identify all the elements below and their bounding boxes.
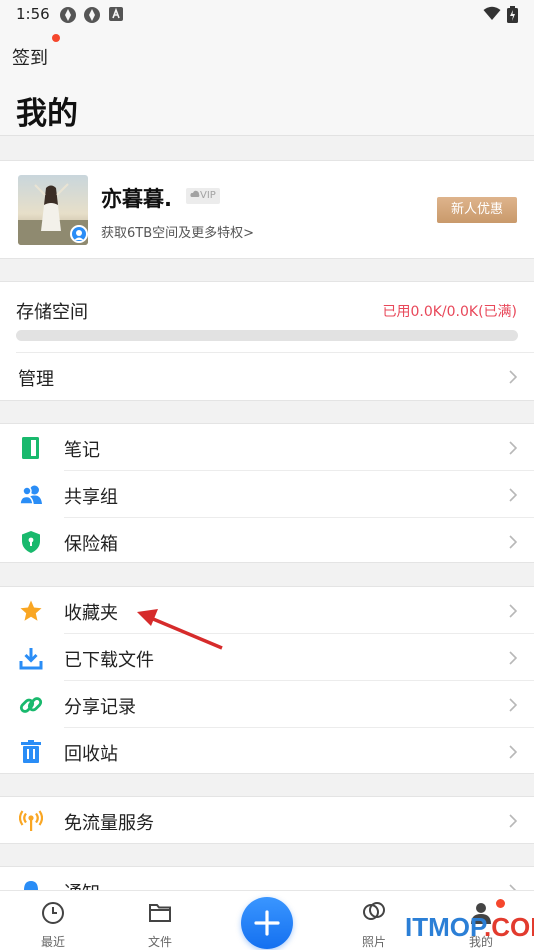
wifi-icon bbox=[483, 6, 501, 20]
nav-tab-files[interactable]: 文件 bbox=[125, 891, 195, 950]
username: 亦暮暮. bbox=[101, 187, 172, 211]
plus-icon bbox=[254, 910, 280, 936]
chevron-right-icon bbox=[509, 651, 517, 665]
chevron-right-icon bbox=[509, 488, 517, 502]
watermark-suffix: .COM bbox=[483, 912, 534, 942]
menu-item-downloaded-files[interactable]: 已下载文件 bbox=[0, 634, 534, 681]
menu-item-label: 免流量服务 bbox=[64, 813, 154, 834]
signal-tower-icon bbox=[19, 810, 43, 831]
menu-group-services: 免流量服务 bbox=[0, 796, 534, 844]
menu-item-data-free-service[interactable]: 免流量服务 bbox=[0, 797, 534, 844]
manage-label: 管理 bbox=[18, 369, 54, 390]
chevron-right-icon bbox=[509, 698, 517, 712]
menu-item-recycle-bin[interactable]: 回收站 bbox=[0, 728, 534, 775]
storage-title: 存储空间 bbox=[16, 302, 88, 323]
download-icon bbox=[19, 648, 43, 670]
watermark: ITMOP.COM bbox=[405, 912, 534, 943]
menu-item-label: 笔记 bbox=[64, 440, 100, 461]
new-user-offer-button[interactable]: 新人优惠 bbox=[437, 197, 517, 223]
status-bar: 1:56 bbox=[0, 0, 534, 28]
storage-card: 存储空间 已用0.0K/0.0K(已满) 管理 bbox=[0, 281, 534, 401]
menu-item-share-records[interactable]: 分享记录 bbox=[0, 681, 534, 728]
text-notification-icon bbox=[109, 7, 123, 21]
upload-button[interactable] bbox=[241, 897, 293, 949]
safe-box-icon bbox=[22, 531, 40, 553]
menu-item-label: 保险箱 bbox=[64, 534, 118, 555]
menu-item-label: 收藏夹 bbox=[64, 603, 118, 624]
chevron-right-icon bbox=[509, 814, 517, 828]
folder-icon bbox=[149, 904, 171, 922]
menu-item-label: 已下载文件 bbox=[64, 650, 154, 671]
trash-icon bbox=[21, 740, 41, 763]
menu-item-share-group[interactable]: 共享组 bbox=[0, 471, 534, 518]
nav-label: 文件 bbox=[147, 935, 172, 949]
battery-icon bbox=[507, 6, 518, 23]
chevron-right-icon bbox=[509, 604, 517, 618]
profile-card[interactable]: 亦暮暮. VIP 获取6TB空间及更多特权> 新人优惠 bbox=[0, 160, 534, 259]
nav-label: 最近 bbox=[40, 935, 65, 949]
menu-item-safe-box[interactable]: 保险箱 bbox=[0, 518, 534, 565]
avatar-badge bbox=[70, 225, 88, 243]
checkin-button[interactable]: 签到 bbox=[12, 44, 48, 70]
header: 签到 我的 bbox=[0, 28, 534, 136]
app-notification-icon bbox=[84, 7, 100, 23]
nav-tab-photos[interactable]: 照片 bbox=[339, 891, 409, 950]
photo-icon bbox=[363, 902, 385, 920]
star-icon bbox=[20, 600, 42, 621]
link-icon bbox=[19, 697, 43, 713]
menu-item-label: 共享组 bbox=[64, 487, 118, 508]
chevron-right-icon bbox=[509, 441, 517, 455]
page-title: 我的 bbox=[16, 96, 78, 132]
menu-group-files: 收藏夹 已下载文件 分享记录 回收站 bbox=[0, 586, 534, 774]
chevron-right-icon bbox=[509, 370, 517, 384]
user-badge-icon bbox=[74, 230, 84, 240]
vip-benefits-link[interactable]: 获取6TB空间及更多特权> bbox=[101, 222, 254, 241]
menu-item-notes[interactable]: 笔记 bbox=[0, 424, 534, 471]
cloud-vip-icon bbox=[190, 190, 200, 197]
vip-badge: VIP bbox=[186, 188, 220, 204]
chevron-right-icon bbox=[509, 745, 517, 759]
status-time: 1:56 bbox=[16, 5, 50, 23]
vip-label: VIP bbox=[200, 190, 216, 201]
storage-usage-text: 已用0.0K/0.0K(已满) bbox=[382, 304, 517, 320]
app-notification-icon bbox=[60, 7, 76, 23]
nav-red-dot bbox=[496, 899, 505, 908]
note-icon bbox=[22, 437, 39, 459]
menu-item-favorites[interactable]: 收藏夹 bbox=[0, 587, 534, 634]
menu-item-label: 分享记录 bbox=[64, 697, 136, 718]
menu-item-label: 回收站 bbox=[64, 744, 118, 765]
storage-progress-bar bbox=[16, 330, 518, 341]
clock-icon bbox=[42, 902, 64, 924]
checkin-red-dot bbox=[52, 34, 60, 42]
share-group-icon bbox=[19, 485, 42, 505]
manage-row[interactable]: 管理 bbox=[0, 353, 534, 400]
nav-tab-recent[interactable]: 最近 bbox=[18, 891, 88, 950]
menu-group-tools: 笔记 共享组 保险箱 bbox=[0, 423, 534, 563]
watermark-brand: ITMOP bbox=[405, 912, 484, 942]
chevron-right-icon bbox=[509, 535, 517, 549]
nav-label: 照片 bbox=[361, 935, 386, 949]
